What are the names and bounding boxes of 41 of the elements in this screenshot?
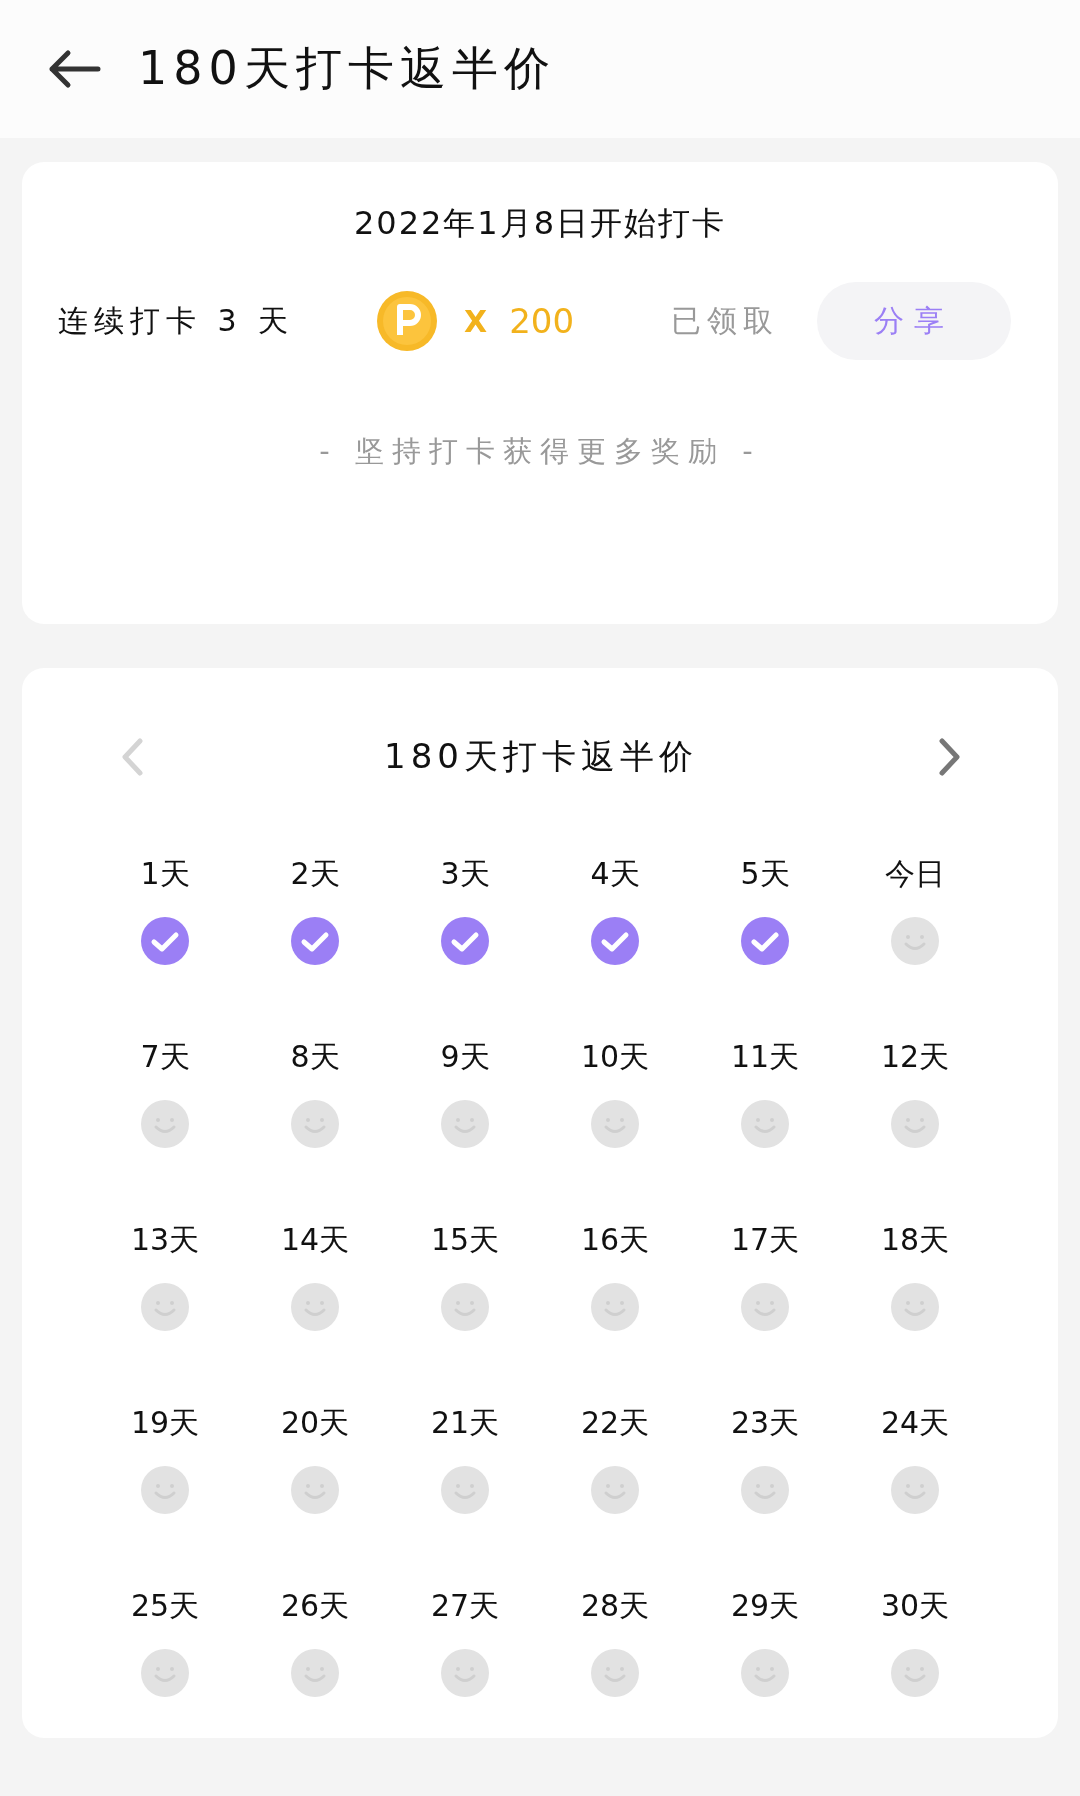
reward-amount: 200 xyxy=(509,301,576,341)
start-date-text: 2022年1月8日开始打卡 xyxy=(352,203,728,244)
day-label: 1天 xyxy=(140,855,190,893)
day-label: 17天 xyxy=(730,1221,800,1259)
day-label: 23天 xyxy=(730,1404,800,1442)
next-icon[interactable] xyxy=(938,737,962,777)
day-label: 3天 xyxy=(440,855,490,893)
day-label: 5天 xyxy=(740,855,790,893)
multiplier-sign: X xyxy=(464,303,488,339)
encourage-text: - 坚持打卡获得更多奖励 - xyxy=(318,433,762,470)
day-label: 20天 xyxy=(280,1404,350,1442)
day-label: 22天 xyxy=(580,1404,650,1442)
day-label: 24天 xyxy=(880,1404,950,1442)
day-label: 29天 xyxy=(730,1587,800,1625)
claim-status: 已领取 xyxy=(671,301,780,340)
day-label: 8天 xyxy=(290,1038,340,1076)
day-label: 11天 xyxy=(730,1038,800,1076)
day-label: 4天 xyxy=(590,855,640,893)
day-label: 21天 xyxy=(430,1404,500,1442)
day-label: 30天 xyxy=(880,1587,950,1625)
day-label: 27天 xyxy=(430,1587,500,1625)
day-label: 19天 xyxy=(130,1404,200,1442)
day-label: 9天 xyxy=(440,1038,490,1076)
day-label: 26天 xyxy=(280,1587,350,1625)
day-label: 18天 xyxy=(880,1221,950,1259)
day-label: 今日 xyxy=(885,855,945,893)
day-label: 10天 xyxy=(580,1038,650,1076)
page-title: 180天打卡返半价 xyxy=(138,40,556,97)
day-label: 28天 xyxy=(580,1587,650,1625)
calendar-title: 180天打卡返半价 xyxy=(384,735,698,778)
day-label: 13天 xyxy=(130,1221,200,1259)
day-label: 7天 xyxy=(140,1038,190,1076)
day-label: 15天 xyxy=(430,1221,500,1259)
day-label: 2天 xyxy=(290,855,340,893)
day-label: 16天 xyxy=(580,1221,650,1259)
coin-icon xyxy=(376,290,438,352)
share-button[interactable]: 分享 xyxy=(817,282,1012,360)
day-label: 14天 xyxy=(280,1221,350,1259)
streak-text: 连续打卡 3 天 xyxy=(58,301,296,340)
day-label: 12天 xyxy=(880,1038,950,1076)
day-label: 25天 xyxy=(130,1587,200,1625)
